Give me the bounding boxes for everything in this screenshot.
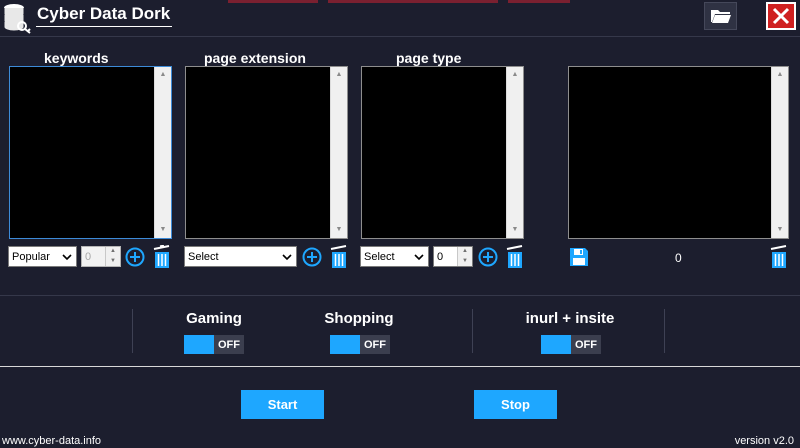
- page-extension-textarea[interactable]: ▲ ▼: [185, 66, 348, 239]
- trash-icon: [330, 245, 347, 268]
- add-page-type-button[interactable]: [478, 247, 498, 267]
- page-type-select[interactable]: Select: [360, 246, 429, 267]
- delete-extensions-button[interactable]: [329, 245, 349, 269]
- keywords-scrollbar[interactable]: ▲ ▼: [154, 67, 171, 238]
- keywords-select[interactable]: Popular: [8, 246, 77, 267]
- toggle-state: OFF: [214, 335, 244, 354]
- results-scrollbar[interactable]: ▲ ▼: [771, 67, 788, 238]
- keywords-stepper-value: 0: [85, 250, 92, 263]
- gaming-label: Gaming: [186, 310, 242, 327]
- keywords-title: keywords: [40, 50, 113, 66]
- stepper-up-icon[interactable]: ▲: [458, 247, 472, 257]
- toggle-track: [184, 335, 214, 354]
- inurl-insite-toggle[interactable]: OFF: [541, 335, 601, 354]
- page-type-textarea[interactable]: ▲ ▼: [361, 66, 524, 239]
- toggle-track: [330, 335, 360, 354]
- stepper-up-icon[interactable]: ▲: [106, 247, 120, 257]
- stop-button[interactable]: Stop: [474, 390, 557, 419]
- chevron-down-icon: [414, 253, 424, 260]
- trash-icon: [153, 245, 170, 268]
- page-type-count-stepper[interactable]: 0 ▲ ▼: [433, 246, 473, 267]
- page-type-title: page type: [392, 50, 466, 66]
- scroll-down-arrow-icon[interactable]: ▼: [155, 222, 171, 238]
- database-key-icon: [2, 2, 32, 34]
- close-button[interactable]: [766, 2, 796, 30]
- chevron-down-icon: [62, 253, 72, 260]
- keywords-select-value: Popular: [12, 250, 50, 263]
- delete-keywords-button[interactable]: [152, 245, 172, 269]
- shopping-label: Shopping: [324, 310, 394, 327]
- clear-results-button[interactable]: [769, 245, 789, 269]
- chevron-down-icon: [282, 253, 292, 260]
- scroll-up-arrow-icon[interactable]: ▲: [331, 67, 347, 83]
- results-count: 0: [675, 251, 682, 265]
- add-extension-button[interactable]: [302, 247, 322, 267]
- trash-icon: [770, 245, 787, 268]
- scroll-up-arrow-icon[interactable]: ▲: [772, 67, 788, 83]
- start-button[interactable]: Start: [241, 390, 324, 419]
- delete-page-types-button[interactable]: [505, 245, 525, 269]
- page-extension-select[interactable]: Select: [184, 246, 297, 267]
- vertical-divider: [664, 309, 665, 353]
- stepper-down-icon[interactable]: ▼: [106, 257, 120, 267]
- page-type-select-value: Select: [364, 250, 395, 263]
- plus-circle-icon: [125, 247, 145, 267]
- plus-circle-icon: [302, 247, 322, 267]
- inurl-insite-label: inurl + insite: [525, 310, 615, 327]
- page-extension-scrollbar[interactable]: ▲ ▼: [330, 67, 347, 238]
- header-divider: [0, 36, 800, 37]
- folder-open-icon: [710, 10, 731, 23]
- plus-circle-icon: [478, 247, 498, 267]
- shopping-toggle[interactable]: OFF: [330, 335, 390, 354]
- vertical-divider: [472, 309, 473, 353]
- trash-icon: [506, 245, 523, 268]
- scroll-down-arrow-icon[interactable]: ▼: [772, 222, 788, 238]
- scroll-up-arrow-icon[interactable]: ▲: [155, 67, 171, 83]
- close-x-icon: [772, 7, 790, 25]
- save-results-button[interactable]: [569, 247, 589, 267]
- scroll-up-arrow-icon[interactable]: ▲: [507, 67, 523, 83]
- floppy-disk-icon: [570, 248, 588, 266]
- page-extension-title: page extension: [200, 50, 310, 66]
- scroll-down-arrow-icon[interactable]: ▼: [507, 222, 523, 238]
- page-type-stepper-value: 0: [437, 250, 444, 263]
- page-extension-select-value: Select: [188, 250, 219, 263]
- scroll-down-arrow-icon[interactable]: ▼: [331, 222, 347, 238]
- actions-divider: [0, 366, 800, 367]
- add-keyword-button[interactable]: [125, 247, 145, 267]
- keywords-textarea[interactable]: ▲ ▼: [9, 66, 172, 239]
- version-label: version v2.0: [734, 435, 794, 447]
- results-textarea[interactable]: ▲ ▼: [568, 66, 789, 239]
- stepper-down-icon[interactable]: ▼: [458, 257, 472, 267]
- section-divider: [0, 295, 800, 296]
- title-underline: [36, 26, 172, 27]
- toggle-state: OFF: [571, 335, 601, 354]
- website-link[interactable]: www.cyber-data.info: [2, 435, 101, 447]
- vertical-divider: [132, 309, 133, 353]
- top-accent-strip: [228, 0, 648, 3]
- gaming-toggle[interactable]: OFF: [184, 335, 244, 354]
- keywords-count-stepper[interactable]: 0 ▲ ▼: [81, 246, 121, 267]
- app-title: Cyber Data Dork: [37, 4, 171, 23]
- toggle-track: [541, 335, 571, 354]
- open-folder-button[interactable]: [704, 2, 737, 30]
- toggle-state: OFF: [360, 335, 390, 354]
- page-type-scrollbar[interactable]: ▲ ▼: [506, 67, 523, 238]
